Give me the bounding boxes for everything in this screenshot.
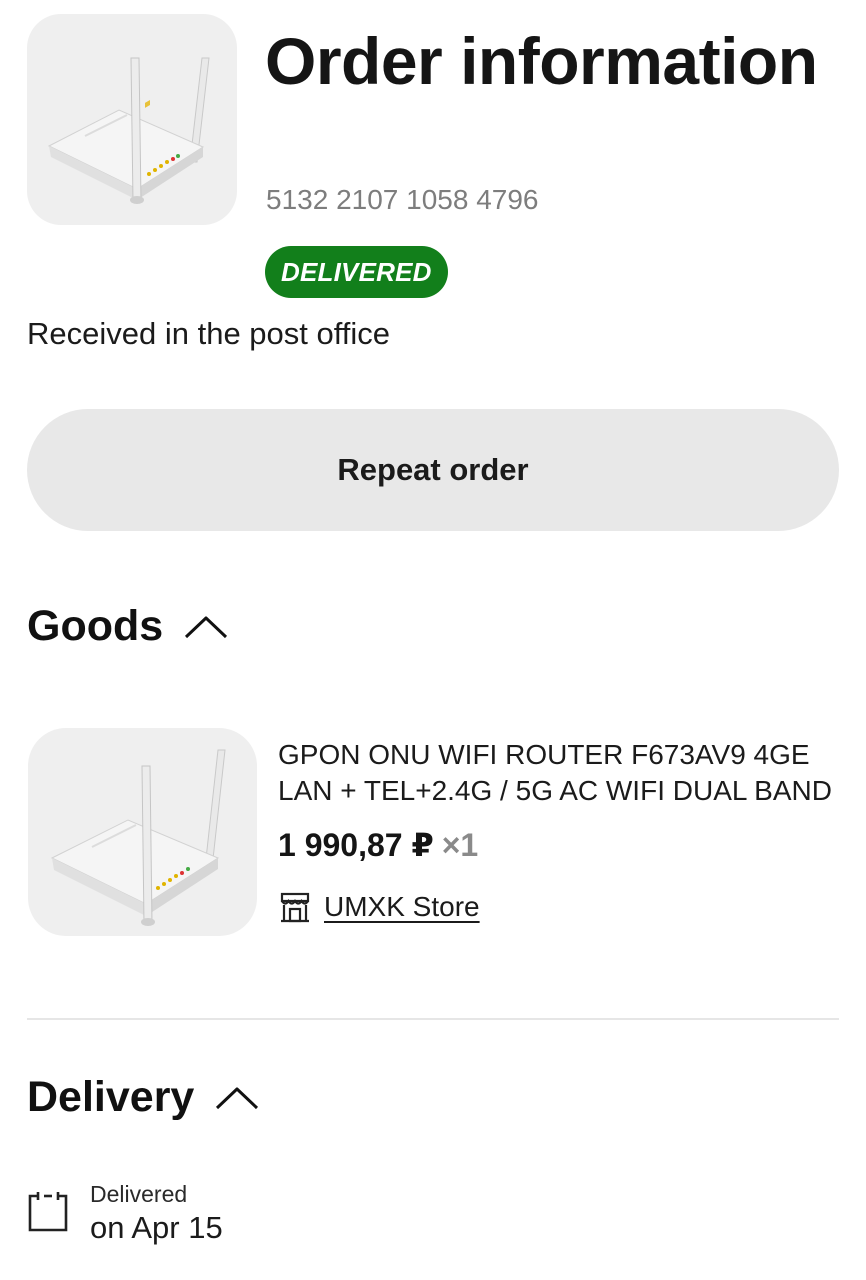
product-title[interactable]: GPON ONU WIFI ROUTER F673AV9 4GE LAN + T… xyxy=(278,737,843,809)
delivery-section-toggle[interactable]: Delivery xyxy=(27,1073,260,1122)
page-title: Order information xyxy=(265,24,818,98)
status-badge: DELIVERED xyxy=(265,246,448,298)
delivery-status-label: Delivered xyxy=(90,1181,188,1207)
calendar-icon xyxy=(28,1192,68,1232)
order-number: 5132 2107 1058 4796 xyxy=(266,184,539,215)
order-product-image xyxy=(27,14,237,225)
store-link[interactable]: UMXK Store xyxy=(278,890,480,924)
store-icon xyxy=(280,892,310,923)
delivery-date: on Apr 15 xyxy=(90,1210,223,1245)
store-name: UMXK Store xyxy=(324,891,480,922)
status-note: Received in the post office xyxy=(27,316,391,351)
repeat-order-button[interactable]: Repeat order xyxy=(27,409,839,531)
product-quantity: ×1 xyxy=(441,827,479,863)
product-price: 1 990,87 ₽ xyxy=(278,827,434,863)
product-price-row: 1 990,87 ₽ ×1 xyxy=(278,826,478,864)
router-image xyxy=(47,57,210,204)
product-image[interactable] xyxy=(28,728,257,936)
chevron-up-icon xyxy=(216,1087,259,1109)
section-divider xyxy=(27,1018,839,1020)
delivery-section-title: Delivery xyxy=(27,1073,195,1121)
goods-section-title: Goods xyxy=(27,602,164,650)
chevron-up-icon xyxy=(185,616,228,638)
goods-section-toggle[interactable]: Goods xyxy=(27,602,229,651)
router-image xyxy=(50,749,226,926)
